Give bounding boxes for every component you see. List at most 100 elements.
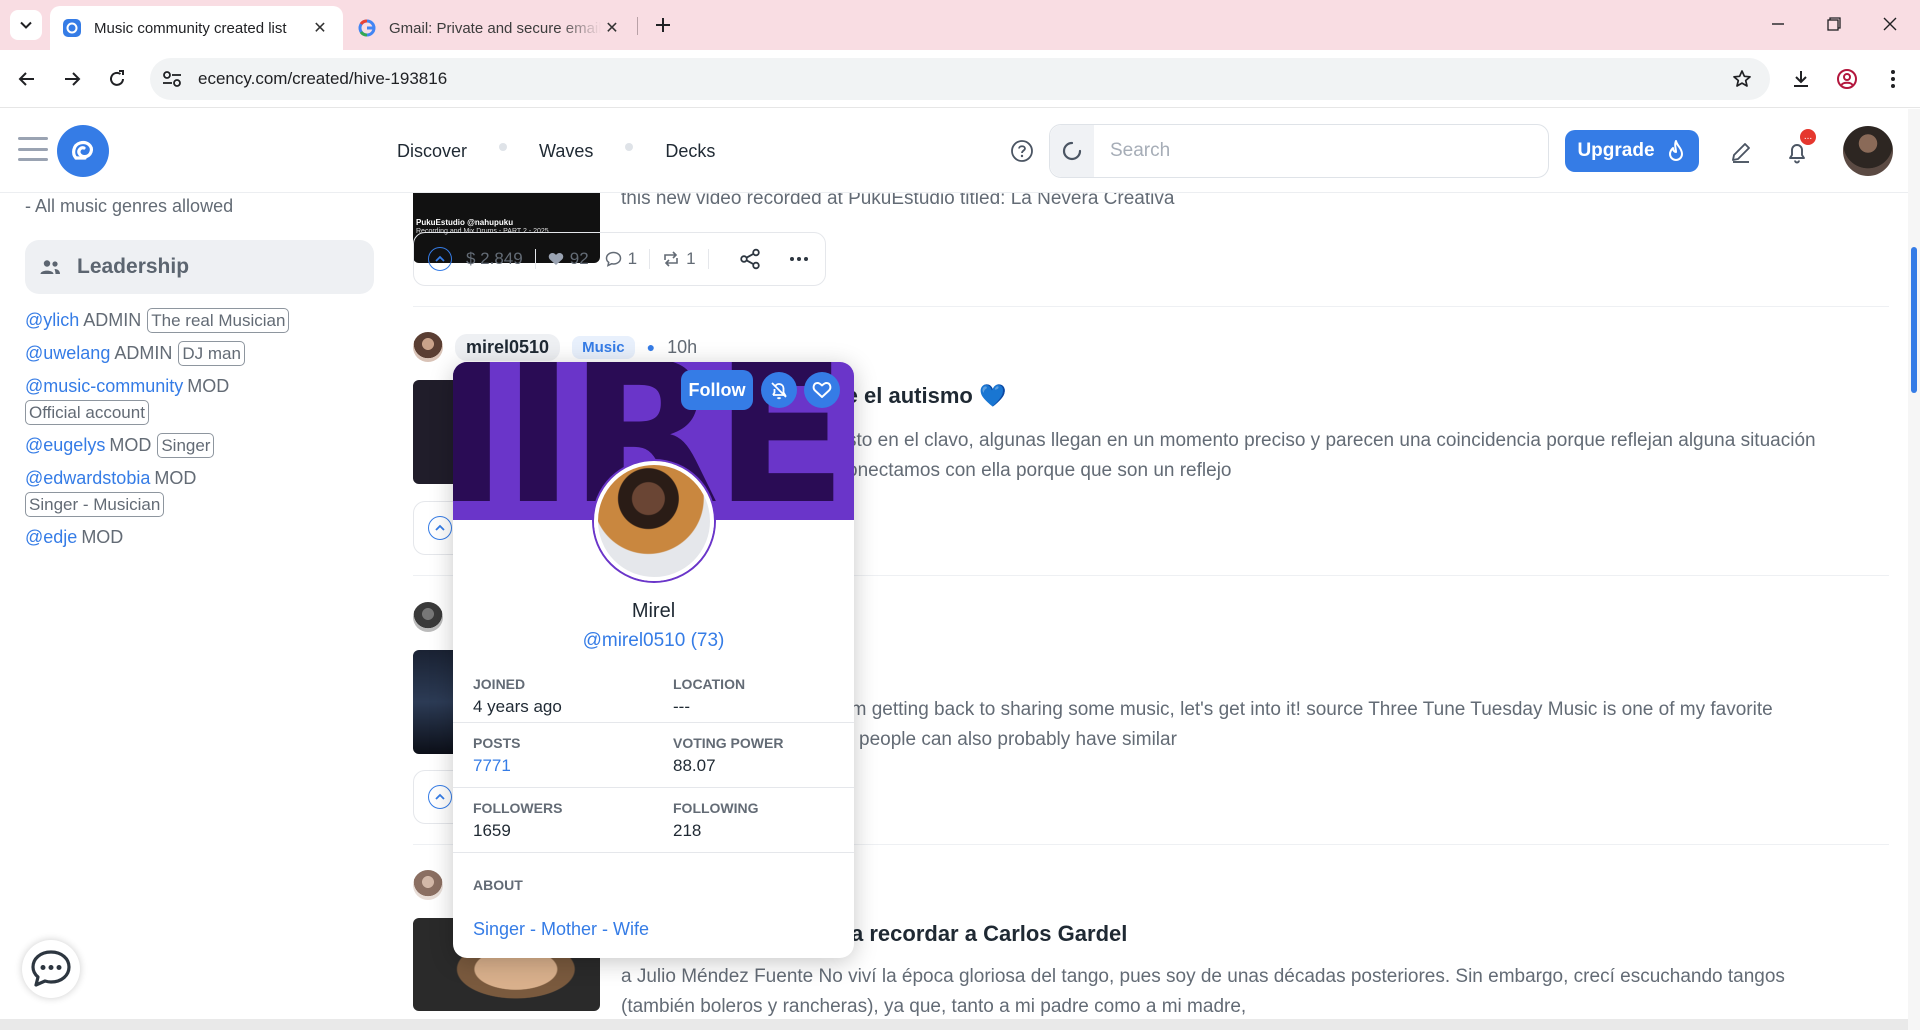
more-options-button[interactable] [789, 256, 809, 262]
favorite-button[interactable] [804, 372, 840, 408]
write-post-button[interactable] [1726, 137, 1756, 167]
community-rules-tail: - All music genres allowed [25, 196, 234, 216]
leader-item: @uwelang ADMIN DJ man [25, 341, 365, 366]
post-summary[interactable]: people can also probably have similar [859, 725, 1177, 755]
post-divider [413, 306, 1889, 307]
browser-menu-button[interactable] [1876, 62, 1910, 96]
horizontal-scrollbar[interactable] [0, 1019, 1908, 1030]
leadership-header: Leadership [25, 240, 374, 294]
user-avatar[interactable] [1843, 126, 1893, 176]
post-summary[interactable]: onectamos con ella porque que son un ref… [847, 456, 1231, 486]
url-text: ecency.com/created/hive-193816 [198, 69, 448, 88]
profile-handle[interactable]: @mirel0510 (73) [453, 630, 854, 652]
upgrade-button[interactable]: Upgrade [1565, 130, 1699, 172]
payout-value[interactable]: $ 2.849 [466, 249, 523, 269]
nav-discover[interactable]: Discover [393, 141, 471, 162]
help-button[interactable] [1008, 137, 1036, 165]
bookmark-star-icon[interactable] [1722, 59, 1762, 99]
tab-search-button[interactable] [10, 10, 42, 40]
post-summary[interactable]: 'm getting back to sharing some music, l… [847, 695, 1773, 725]
mute-notifications-button[interactable] [761, 372, 797, 408]
comments-count[interactable]: 1 [605, 249, 637, 269]
profile-hover-card: IIREI Follow Mirel @mirel0510 (73) JOINE… [453, 362, 854, 958]
back-arrow-icon [18, 72, 34, 86]
category-tag[interactable]: Music [572, 335, 635, 359]
leader-username[interactable]: @uwelang [25, 343, 110, 363]
new-tab-button[interactable] [648, 10, 678, 40]
leader-username[interactable]: @edwardstobia [25, 468, 150, 488]
close-tab-icon[interactable]: ✕ [601, 17, 623, 39]
leader-username[interactable]: @eugelys [25, 435, 105, 455]
tab-gmail[interactable]: Gmail: Private and secure email ✕ [345, 6, 635, 50]
more-horizontal-icon [789, 257, 808, 261]
followers-value[interactable]: 1659 [473, 821, 653, 841]
forward-button[interactable] [55, 62, 89, 96]
google-favicon-icon [357, 18, 377, 38]
close-window-button[interactable] [1862, 0, 1918, 48]
location-value: --- [673, 697, 690, 716]
author-avatar[interactable] [413, 332, 443, 362]
about-value: Singer - Mother - Wife [473, 919, 650, 939]
author-name[interactable]: mirel0510 [455, 333, 561, 361]
profile-button[interactable] [1830, 62, 1864, 96]
back-button[interactable] [10, 62, 44, 96]
notifications-button[interactable]: ... [1782, 127, 1818, 167]
leader-username[interactable]: @edje [25, 527, 77, 547]
search-input[interactable] [1094, 126, 1548, 176]
following-value[interactable]: 218 [673, 821, 853, 841]
upvote-icon [428, 247, 452, 271]
heart-outline-icon [812, 382, 832, 398]
post-summary[interactable]: this new video recorded at PukuEstudio t… [621, 193, 1174, 214]
minimize-button[interactable] [1750, 0, 1806, 48]
leader-username[interactable]: @ylich [25, 310, 79, 330]
post-actions-bar: $ 2.849 92 1 1 [413, 232, 826, 286]
hamburger-menu-icon[interactable] [18, 137, 48, 161]
downloads-button[interactable] [1784, 62, 1818, 96]
address-bar[interactable]: ecency.com/created/hive-193816 [150, 58, 1770, 100]
follow-button[interactable]: Follow [681, 370, 753, 410]
reload-button[interactable] [100, 62, 134, 96]
post-summary[interactable]: (también boleros y rancheras), ya que, t… [621, 992, 1246, 1022]
nav-waves[interactable]: Waves [535, 141, 597, 162]
profile-stats-row: JOINED 4 years ago LOCATION --- [453, 664, 854, 730]
votes-count[interactable]: 92 [548, 249, 589, 269]
profile-avatar[interactable] [594, 461, 714, 581]
voting-power-label: VOTING POWER [673, 735, 784, 751]
site-info-icon[interactable] [152, 59, 192, 99]
chat-bubble-icon [31, 950, 71, 987]
leader-role: MOD [187, 376, 230, 396]
leader-username[interactable]: @music-community [25, 376, 183, 396]
nav-separator [499, 143, 508, 151]
upvote-button[interactable] [428, 247, 452, 271]
loading-spinner-icon [1050, 125, 1094, 177]
upvote-icon[interactable] [428, 516, 452, 540]
ecency-logo[interactable] [57, 125, 109, 177]
nav-decks[interactable]: Decks [661, 141, 719, 162]
upvote-icon[interactable] [428, 785, 452, 809]
leader-role: ADMIN [83, 310, 142, 330]
tab-music-community[interactable]: Music community created list ✕ [50, 6, 343, 50]
close-tab-icon[interactable]: ✕ [309, 17, 331, 39]
users-icon [39, 259, 61, 275]
posts-value[interactable]: 7771 [473, 756, 653, 776]
ecency-logo-icon [72, 140, 93, 160]
page-scrollbar[interactable] [1908, 109, 1920, 1030]
site-header: Discover Waves Decks Upgrade ... [0, 109, 1908, 193]
close-icon [1883, 17, 1897, 31]
pencil-icon [1732, 143, 1750, 163]
leader-role: MOD [81, 527, 124, 547]
browser-tab-strip: Music community created list ✕ Gmail: Pr… [0, 0, 1920, 50]
post-title[interactable]: a recordar a Carlos Gardel [851, 921, 1127, 947]
leader-role: ADMIN [114, 343, 173, 363]
reblog-icon [664, 251, 678, 267]
author-avatar[interactable] [413, 870, 443, 900]
chat-button[interactable] [22, 940, 80, 998]
post-summary[interactable]: sto en el clavo, algunas llegan en un mo… [847, 426, 1816, 456]
post-summary[interactable]: a Julio Méndez Fuente No viví la época g… [621, 962, 1785, 992]
scrollbar-thumb[interactable] [1911, 247, 1917, 393]
reblog-count[interactable]: 1 [662, 249, 696, 269]
restore-button[interactable] [1806, 0, 1862, 48]
reblog-count-label: 1 [686, 249, 696, 268]
author-avatar[interactable] [413, 602, 443, 632]
share-button[interactable] [739, 248, 761, 270]
